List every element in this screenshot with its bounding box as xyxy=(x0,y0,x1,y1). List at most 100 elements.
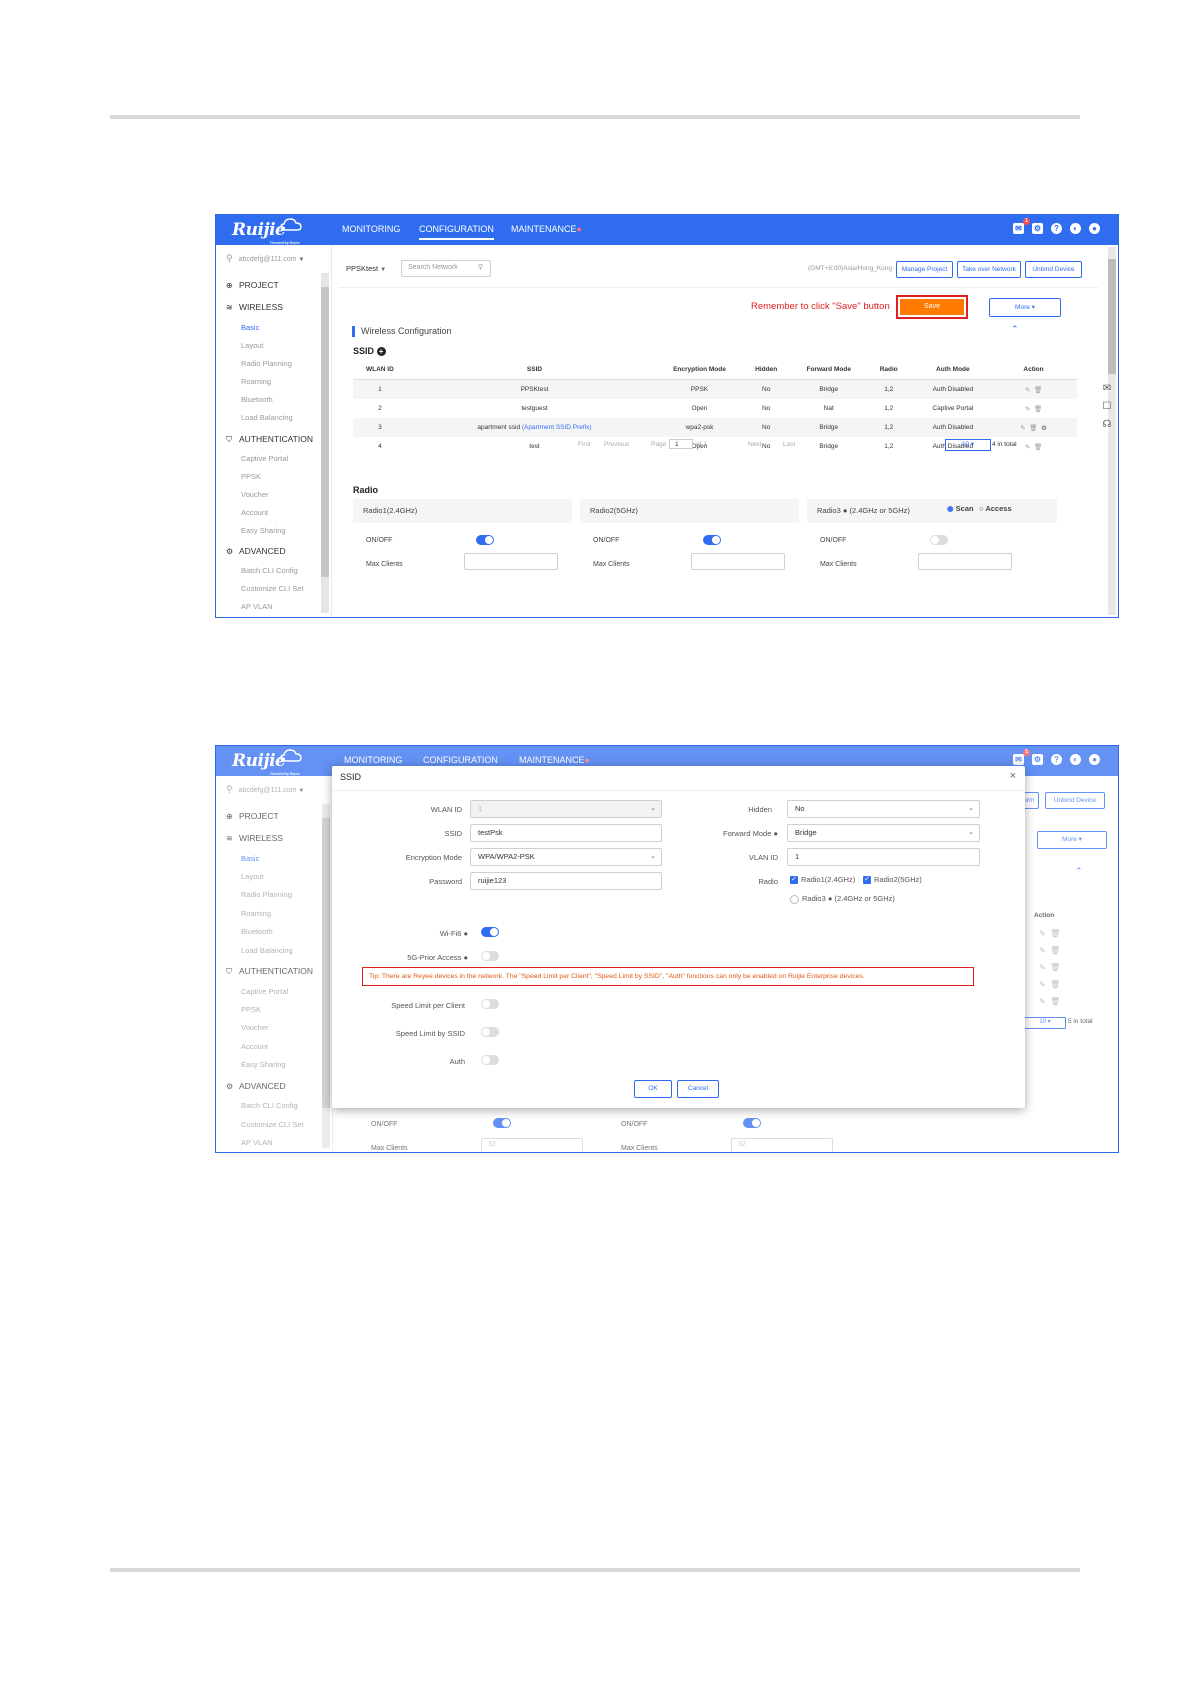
encryption-mode-select[interactable]: WPA/WPA2-PSK ⌄ xyxy=(470,848,662,866)
edit-icon[interactable]: ✎ xyxy=(1020,425,1025,432)
radio3-max-clients-input[interactable] xyxy=(918,553,1012,570)
sidebar-section-wireless[interactable]: ≋ WIRELESS xyxy=(226,302,283,312)
forward-mode-select[interactable]: Bridge ⌄ xyxy=(787,824,980,842)
info-icon[interactable]: ● xyxy=(828,894,833,903)
radio3-checkbox[interactable]: Radio3 ● (2.4GHz or 5GHz) xyxy=(790,894,895,904)
info-icon[interactable]: ● xyxy=(463,953,468,962)
sidebar-item-ppsk[interactable]: PPSK xyxy=(241,472,261,481)
sidebar-item-roaming[interactable]: Roaming xyxy=(241,377,271,386)
network-selector[interactable]: PPSKtest ▼ xyxy=(346,264,386,273)
page-first[interactable]: First xyxy=(578,441,591,448)
delete-icon[interactable]: 🗑 xyxy=(1029,425,1037,432)
wifi6-toggle[interactable] xyxy=(481,927,499,937)
settings-icon[interactable]: ⚙ xyxy=(1032,223,1043,234)
sidebar-item-basic[interactable]: Basic xyxy=(241,323,259,332)
sidebar-item-layout[interactable]: Layout xyxy=(241,341,264,350)
sidebar-item-customize-cli[interactable]: Customize CLI Set xyxy=(241,584,304,593)
radio3-title: Radio3 xyxy=(817,506,841,515)
radio3-card-header: Radio3 ● (2.4GHz or 5GHz) ◉ Scan ○ Acces… xyxy=(807,499,1057,523)
table-cell: wpa2-psk xyxy=(685,424,714,431)
page-next[interactable]: Next xyxy=(748,441,761,448)
page-last[interactable]: Last xyxy=(783,441,795,448)
radio2-max-clients-input[interactable] xyxy=(691,553,785,570)
scan-radio-option[interactable]: ◉ Scan xyxy=(947,497,974,521)
sidebar-item-captive-portal[interactable]: Captive Portal xyxy=(241,454,288,463)
vlan-id-input[interactable]: 1 xyxy=(787,848,980,866)
table-cell: 1,2 xyxy=(884,386,894,393)
chevron-down-icon: ⌄ xyxy=(650,853,656,860)
save-button[interactable]: Save xyxy=(900,299,964,315)
message-icon[interactable]: ✉ 1 xyxy=(1013,218,1030,234)
radio1-checkbox[interactable]: ✓ Radio1(2.4GHz) xyxy=(790,875,856,885)
nav-maintenance[interactable]: MAINTENANCE● xyxy=(511,224,582,234)
sidebar-item-voucher[interactable]: Voucher xyxy=(241,490,269,499)
table-cell: 1,2 xyxy=(884,424,894,431)
radio2-checkbox[interactable]: ✓ Radio2(5GHz) xyxy=(863,875,922,885)
auth-toggle[interactable] xyxy=(481,1055,499,1065)
password-input[interactable]: ruijie123 xyxy=(470,872,662,890)
wlan-id-select[interactable]: 1 ⌄ xyxy=(470,800,662,818)
unbind-device-button[interactable]: Unbind Device xyxy=(1025,261,1082,278)
search-placeholder: Search Network xyxy=(408,264,458,271)
ssid-input[interactable]: testPsk xyxy=(470,824,662,842)
radio1-max-clients-input[interactable] xyxy=(464,553,558,570)
apartment-ssid-prefix-link[interactable]: (Apartment SSID Prefix) xyxy=(522,424,592,431)
info-icon[interactable]: ● xyxy=(773,829,778,838)
sidebar-section-advanced[interactable]: ⚙ ADVANCED xyxy=(226,546,286,556)
info-icon[interactable]: ● xyxy=(463,929,468,938)
table-row: 3 apartment ssid (Apartment SSID Prefix)… xyxy=(353,418,1077,437)
page-size-select[interactable]: 10 ▾ xyxy=(945,439,991,451)
hidden-select[interactable]: No ⌄ xyxy=(787,800,980,818)
speed-limit-ssid-toggle[interactable] xyxy=(481,1027,499,1037)
sidebar-item-radio-planning[interactable]: Radio Planning xyxy=(241,359,292,368)
settings-icon[interactable]: ⚙ xyxy=(1041,425,1047,432)
take-over-network-button[interactable]: Take over Network xyxy=(957,261,1021,278)
ok-button[interactable]: OK xyxy=(634,1080,672,1098)
radio3-toggle[interactable] xyxy=(930,535,948,545)
page-input[interactable]: 1 xyxy=(669,439,693,449)
account-icon[interactable]: ● xyxy=(1089,223,1100,234)
row-actions: ✎ 🗑 ⚙ xyxy=(990,418,1077,437)
sidebar-item-bluetooth[interactable]: Bluetooth xyxy=(241,395,273,404)
info-icon[interactable]: ● xyxy=(843,506,848,515)
edit-icon[interactable]: ✎ xyxy=(1025,406,1030,413)
page-previous[interactable]: Previous xyxy=(604,441,629,448)
sidebar-item-ap-vlan[interactable]: AP VLAN xyxy=(241,602,273,611)
nav-monitoring[interactable]: MONITORING xyxy=(342,224,400,234)
more-button[interactable]: More ▾ xyxy=(989,298,1061,317)
edit-icon[interactable]: ✎ xyxy=(1025,387,1030,394)
radio2-toggle[interactable] xyxy=(703,535,721,545)
sidebar-section-project[interactable]: ⊕ PROJECT xyxy=(226,280,279,290)
manage-project-button[interactable]: Manage Project xyxy=(896,261,953,278)
access-radio-option[interactable]: ○ Access xyxy=(979,497,1012,521)
speed-limit-client-toggle[interactable] xyxy=(481,999,499,1009)
edit-icon[interactable]: ✎ xyxy=(1025,444,1030,451)
prior-5g-toggle[interactable] xyxy=(481,951,499,961)
sidebar-item-easy-sharing[interactable]: Easy Sharing xyxy=(241,526,286,535)
search-network-input[interactable]: Search Network ⚲ xyxy=(401,260,491,277)
delete-icon[interactable]: 🗑 xyxy=(1034,387,1042,394)
delete-icon[interactable]: 🗑 xyxy=(1034,444,1042,451)
language-icon[interactable]: ◐ xyxy=(1070,223,1081,234)
headset-icon[interactable]: ☊ xyxy=(1100,416,1114,434)
mail-icon[interactable]: ✉ xyxy=(1100,380,1114,398)
sidebar-item-load-balancing[interactable]: Load Balancing xyxy=(241,413,293,422)
delete-icon[interactable]: 🗑 xyxy=(1034,406,1042,413)
radio1-toggle[interactable] xyxy=(476,535,494,545)
add-ssid-icon[interactable]: + xyxy=(376,347,386,356)
collapse-icon[interactable]: ⌃ xyxy=(1011,324,1019,335)
nav-configuration[interactable]: CONFIGURATION xyxy=(419,224,494,240)
main-scroll-thumb[interactable] xyxy=(1108,259,1116,374)
user-account[interactable]: ⚲ abcdefg@111.com ▼ xyxy=(226,253,304,264)
chat-icon[interactable]: ☐ xyxy=(1100,398,1114,416)
radio3-max-label: Max Clients xyxy=(820,561,857,568)
close-icon[interactable]: × xyxy=(1010,770,1016,782)
cancel-button[interactable]: Cancel xyxy=(677,1080,719,1098)
sidebar-scroll-thumb[interactable] xyxy=(321,287,329,577)
sidebar-item-batch-cli[interactable]: Batch CLI Config xyxy=(241,566,298,575)
help-icon[interactable]: ? xyxy=(1051,223,1062,234)
sidebar-section-authentication[interactable]: ⛉ AUTHENTICATION xyxy=(226,434,313,445)
sidebar-item-account[interactable]: Account xyxy=(241,508,268,517)
sidebar-scrollbar[interactable] xyxy=(321,273,329,613)
radio1-checkbox-label: Radio1(2.4GHz) xyxy=(801,875,856,884)
